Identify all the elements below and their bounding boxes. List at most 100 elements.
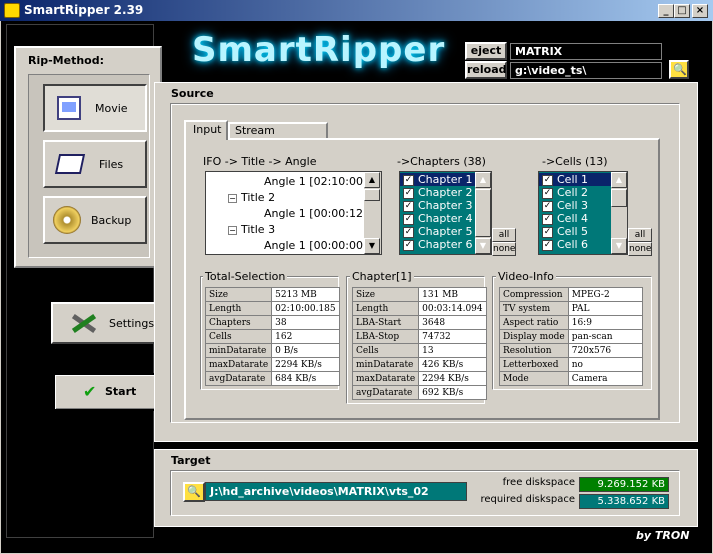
chapter-item-label: Chapter 1	[418, 173, 473, 186]
info-row: LBA-Start 3648	[351, 315, 487, 330]
tree-node[interactable]: Angle 1 [00:00:12]	[206, 206, 367, 222]
checkbox-icon[interactable]: ✓	[542, 239, 553, 251]
cell-item[interactable]: ✓ Cell 5	[539, 225, 611, 238]
tree-node[interactable]: − Title 2	[206, 190, 366, 206]
info-value: no	[567, 357, 644, 372]
scroll-down-arrow[interactable]: ▼	[364, 238, 380, 254]
info-key: TV system	[499, 301, 569, 316]
tree-node[interactable]: Angle 1 [02:10:00]	[206, 174, 367, 190]
movie-label: Movie	[95, 102, 128, 115]
tree-rows: Angle 1 [02:10:00] − Title 2 Angle 1 [00:00…	[206, 174, 367, 254]
total-selection-label: Total-Selection	[203, 270, 288, 283]
browse-target-button[interactable]: 🔍	[183, 482, 205, 502]
tree-node[interactable]: Angle 1 [00:00:00]	[206, 238, 367, 254]
cells-scroll-down[interactable]: ▼	[611, 238, 627, 254]
required-diskspace-value: 5.338.652 KB	[579, 494, 669, 509]
info-row: Compression MPEG-2	[499, 287, 644, 302]
scroll-up-arrow[interactable]: ▲	[364, 172, 380, 188]
checkbox-icon[interactable]: ✓	[542, 226, 553, 238]
disc-icon	[53, 206, 81, 234]
chapter-item[interactable]: ✓ Chapter 1	[400, 173, 476, 186]
tree-collapse-icon[interactable]: −	[228, 226, 237, 235]
checkbox-icon[interactable]: ✓	[403, 239, 414, 251]
checkbox-icon[interactable]: ✓	[542, 174, 553, 186]
chapters-none-button[interactable]: none	[492, 242, 516, 256]
tree-collapse-icon[interactable]: −	[228, 194, 237, 203]
info-key: Chapters	[204, 315, 273, 330]
reload-button[interactable]: reload	[465, 61, 507, 79]
chapter-item[interactable]: ✓ Chapter 5	[400, 225, 476, 238]
start-button[interactable]: ✔ Start	[53, 373, 157, 411]
info-key: Cells	[351, 343, 420, 358]
checkbox-icon[interactable]: ✓	[542, 200, 553, 212]
chapters-scroll-down[interactable]: ▼	[475, 238, 491, 254]
info-row: minDatarate 0 B/s	[204, 343, 340, 358]
chapter-item-label: Chapter 4	[418, 212, 473, 225]
checkbox-icon[interactable]: ✓	[542, 187, 553, 199]
movie-button[interactable]: Movie	[43, 84, 147, 132]
tree-node-label: Title 3	[241, 223, 276, 236]
chapters-all-button[interactable]: all	[492, 228, 516, 242]
cell-item[interactable]: ✓ Cell 2	[539, 186, 611, 199]
tab-input[interactable]: Input	[184, 120, 228, 140]
cells-scroll-thumb[interactable]	[611, 189, 627, 207]
chapter-item[interactable]: ✓ Chapter 4	[400, 212, 476, 225]
chapters-list[interactable]: ✓ Chapter 1 ✓ Chapter 2 ✓ Chapter 3 ✓ Chapter 4…	[399, 171, 492, 255]
chapter-item[interactable]: ✓ Chapter 2	[400, 186, 476, 199]
disc-path-field[interactable]: g:\video_ts\	[510, 62, 662, 79]
info-key: Size	[204, 287, 273, 302]
cell-item[interactable]: ✓ Cell 4	[539, 212, 611, 225]
backup-label: Backup	[91, 214, 132, 227]
info-value: pan-scan	[567, 329, 644, 344]
close-button[interactable]: ×	[692, 4, 708, 18]
cells-list[interactable]: ✓ Cell 1 ✓ Cell 2 ✓ Cell 3 ✓ Cell 4 ✓ Cell 5 ✓ Cell…	[538, 171, 628, 255]
checkbox-icon[interactable]: ✓	[403, 200, 414, 212]
cell-item[interactable]: ✓ Cell 6	[539, 238, 611, 251]
tree-scrollbar[interactable]: ▲ ▼	[364, 172, 381, 254]
cell-item[interactable]: ✓ Cell 3	[539, 199, 611, 212]
check-icon: ✔	[83, 382, 97, 401]
video-info-table: Compression MPEG-2 TV system PAL Aspect rati…	[499, 287, 644, 386]
title-bar[interactable]: SmartRipper 2.39 _ □ ×	[0, 0, 713, 21]
settings-button[interactable]: Settings	[51, 302, 157, 344]
info-value: 74732	[418, 329, 487, 344]
checkbox-icon[interactable]: ✓	[403, 213, 414, 225]
cells-all-button[interactable]: all	[628, 228, 652, 242]
cells-scroll-up[interactable]: ▲	[611, 172, 627, 188]
checkbox-icon[interactable]: ✓	[403, 174, 414, 186]
info-key: Length	[204, 301, 273, 316]
chapters-scrollbar[interactable]: ▲ ▼	[475, 172, 491, 254]
eject-button[interactable]: eject	[465, 42, 507, 60]
chapters-scroll-up[interactable]: ▲	[475, 172, 491, 188]
chapter-item[interactable]: ✓ Chapter 6	[400, 238, 476, 251]
cells-scrollbar[interactable]: ▲ ▼	[611, 172, 627, 254]
ifo-tree[interactable]: Angle 1 [02:10:00] − Title 2 Angle 1 [00:00…	[205, 171, 382, 255]
target-path-field[interactable]: J:\hd_archive\videos\MATRIX\vts_02	[205, 482, 467, 501]
cell-item[interactable]: ✓ Cell 1	[539, 173, 611, 186]
checkbox-icon[interactable]: ✓	[403, 226, 414, 238]
info-row: Size 5213 MB	[204, 287, 340, 302]
browse-source-button[interactable]: 🔍	[669, 60, 689, 79]
checkbox-icon[interactable]: ✓	[403, 187, 414, 199]
target-panel: Target 🔍 J:\hd_archive\videos\MATRIX\vts…	[154, 449, 698, 527]
cells-label: ->Cells (13)	[542, 155, 608, 168]
info-key: minDatarate	[351, 357, 420, 372]
checkbox-icon[interactable]: ✓	[542, 213, 553, 225]
info-value: MPEG-2	[567, 287, 644, 302]
backup-button[interactable]: Backup	[43, 196, 147, 244]
cell-item-label: Cell 5	[557, 225, 589, 238]
scroll-thumb[interactable]	[364, 189, 380, 201]
minimize-button[interactable]: _	[658, 4, 674, 18]
cells-none-button[interactable]: none	[628, 242, 652, 256]
tree-node[interactable]: − Title 3	[206, 222, 366, 238]
maximize-button[interactable]: □	[674, 4, 690, 18]
start-label: Start	[105, 385, 137, 398]
chapter-item-label: Chapter 5	[418, 225, 473, 238]
chapters-scroll-thumb[interactable]	[475, 189, 491, 237]
chapter-item[interactable]: ✓ Chapter 3	[400, 199, 476, 212]
info-row: Size 131 MB	[351, 287, 487, 302]
cell-item-label: Cell 6	[557, 238, 589, 251]
info-row: Cells 162	[204, 329, 340, 344]
files-button[interactable]: Files	[43, 140, 147, 188]
info-row: Chapters 38	[204, 315, 340, 330]
